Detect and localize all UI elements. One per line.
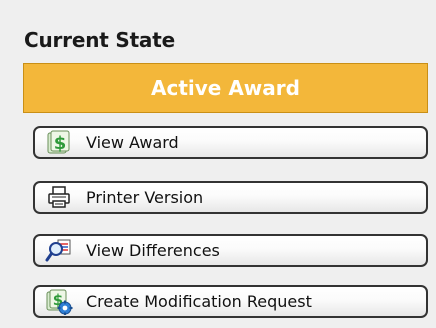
view-differences-button[interactable]: View Differences bbox=[33, 234, 428, 267]
printer-icon bbox=[44, 185, 74, 211]
money-document-icon: $ bbox=[44, 130, 74, 156]
printer-version-button[interactable]: Printer Version bbox=[33, 181, 428, 214]
state-label: Active Award bbox=[151, 76, 300, 100]
svg-text:$: $ bbox=[54, 133, 67, 154]
state-banner: Active Award bbox=[23, 63, 428, 113]
current-state-panel: Current State Active Award $ View Award … bbox=[0, 0, 436, 328]
compare-magnifier-icon bbox=[44, 238, 74, 264]
create-modification-request-button[interactable]: $ Create Modification Request bbox=[33, 285, 428, 318]
view-differences-label: View Differences bbox=[86, 241, 220, 260]
create-modification-request-label: Create Modification Request bbox=[86, 292, 312, 311]
printer-version-label: Printer Version bbox=[86, 188, 204, 207]
view-award-button[interactable]: $ View Award bbox=[33, 126, 428, 159]
view-award-label: View Award bbox=[86, 133, 179, 152]
money-gear-icon: $ bbox=[44, 289, 74, 315]
panel-title: Current State bbox=[24, 28, 175, 52]
